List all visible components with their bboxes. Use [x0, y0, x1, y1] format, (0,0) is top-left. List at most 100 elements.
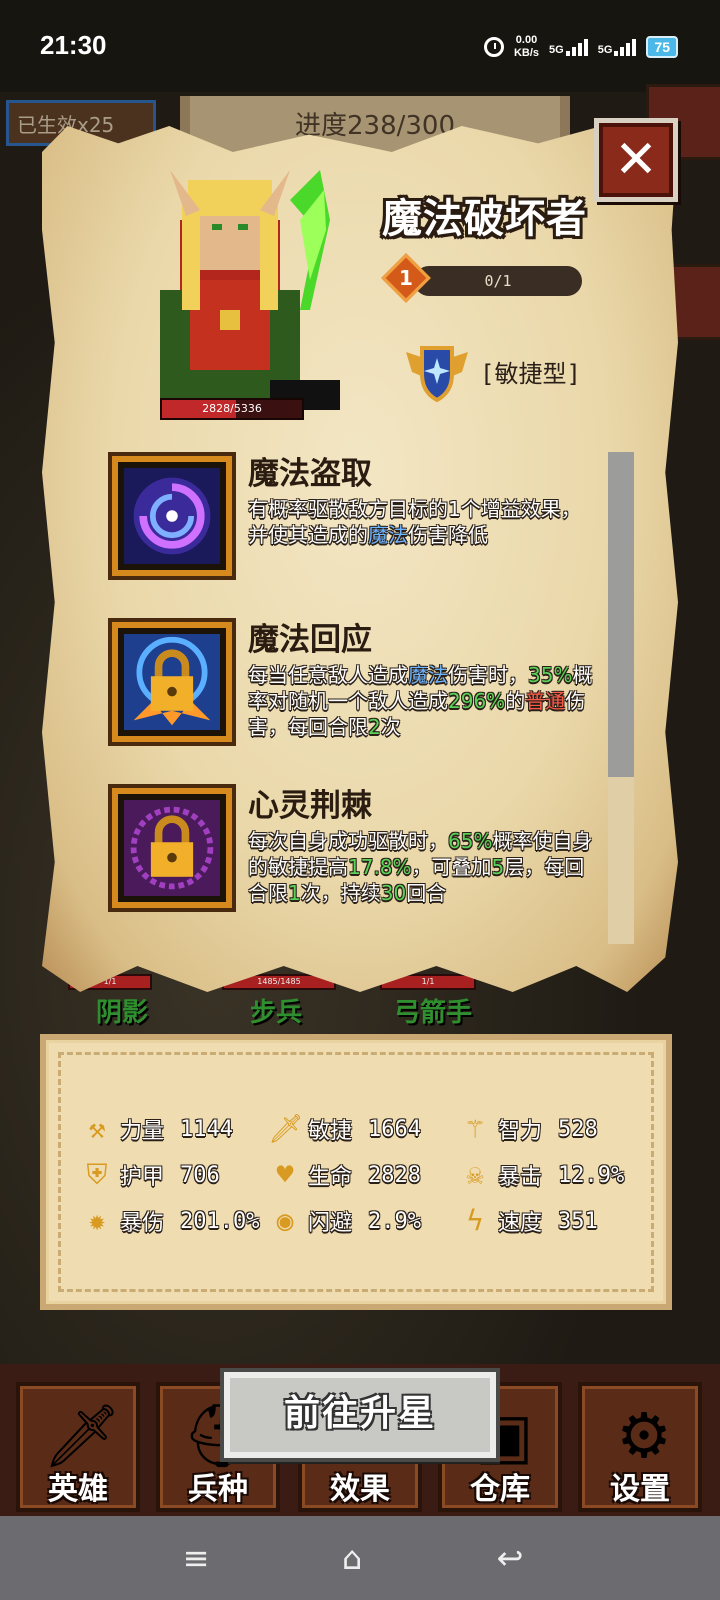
sword-icon: 🗡 [268, 1112, 304, 1145]
system-navigation-bar: ≡ ⌂ ↩ [0, 1516, 720, 1600]
clock: 21:30 [40, 30, 107, 60]
hero-portrait [160, 170, 340, 410]
skill-item: 魔法回应每当任意敌人造成魔法伤害时，35%概率对随机一个敌人造成296%的普通伤… [108, 614, 618, 780]
skill-desc-segment: ，可叠加 [411, 855, 492, 879]
skill-desc-segment: 的 [505, 689, 526, 713]
skill-desc-segment: 65% [448, 829, 493, 853]
nav-label: 兵种 [188, 1472, 248, 1507]
skill-desc-segment: 魔法 [408, 663, 448, 687]
stat-label: 暴击 [498, 1165, 543, 1190]
galaxy-icon [112, 456, 232, 576]
staff-icon: ⚚ [466, 1112, 484, 1145]
stat-label: 闪避 [308, 1211, 353, 1236]
home-icon[interactable]: ⌂ [322, 1536, 382, 1580]
stat-label: 生命 [308, 1165, 353, 1190]
skill-desc-segment: 1 [288, 881, 301, 905]
back-icon[interactable]: ↩ [480, 1536, 540, 1580]
hero-hp-bar: 2828/5336 [160, 398, 304, 420]
skill-desc-segment: 每次自身成功驱散时， [248, 829, 448, 853]
skull-icon: ☠ [466, 1158, 484, 1191]
heart-icon: ♥ [276, 1158, 294, 1191]
shield-icon: ⛨ [86, 1158, 108, 1191]
status-bar: 21:30 0.00 KB/s 5G 5G 75 [0, 0, 720, 92]
skill-desc-segment: 次 [380, 715, 401, 739]
stat-value: 1144 [180, 1116, 233, 1142]
lightning-icon: ϟ [466, 1204, 484, 1237]
go-upgrade-star-button[interactable]: 前往升星 [224, 1372, 496, 1458]
star-progress-bar: 0/1 [414, 266, 582, 296]
skill-description: 每次自身成功驱散时，65%概率使自身的敏捷提高17.8%，可叠加5层，每回合限1… [248, 828, 598, 906]
signal-bars-icon [565, 38, 588, 56]
skill-name: 魔法盗取 [248, 456, 372, 492]
status-icons: 0.00 KB/s 5G 5G 75 [483, 34, 678, 60]
skill-description: 每当任意敌人造成魔法伤害时，35%概率对随机一个敌人造成296%的普通伤害，每回… [248, 662, 598, 740]
skill-desc-segment: 普通 [525, 689, 566, 713]
scrollbar-thumb[interactable] [608, 452, 634, 777]
stat-value: 1664 [368, 1116, 421, 1142]
stat-value: 201.0% [180, 1208, 260, 1234]
unit-name: 弓箭手 [394, 998, 473, 1028]
unit-name: 阴影 [96, 998, 149, 1028]
skill-desc-segment: 17.8% [348, 855, 412, 879]
hero-type: [敏捷型] [404, 338, 581, 404]
axe-icon: ⚒ [88, 1112, 106, 1145]
burst-icon: ✹ [88, 1204, 106, 1237]
skill-desc-segment: 魔法 [368, 523, 408, 547]
star-progress: 0/1 1 [381, 253, 584, 303]
skill-desc-segment: 2 [368, 715, 381, 739]
skill-desc-segment: 伤害时， [448, 663, 528, 687]
nav-label: 仓库 [470, 1472, 530, 1507]
stat-label: 敏捷 [308, 1119, 353, 1144]
stat-label: 速度 [498, 1211, 543, 1236]
lock-burst-icon [112, 622, 232, 742]
stat-staff: ⚚ 智力 528 [458, 1112, 598, 1146]
stat-heart: ♥ 生命 2828 [268, 1158, 421, 1192]
stat-label: 护甲 [120, 1165, 165, 1190]
close-button[interactable]: ✕ [594, 118, 678, 202]
stat-burst: ✹ 暴伤 201.0% [80, 1204, 260, 1238]
stat-value: 2.9% [368, 1208, 421, 1234]
network-speed: 0.00 KB/s [513, 34, 540, 59]
skill-desc-segment: 5 [491, 855, 505, 879]
lock-thorn-icon [112, 788, 232, 908]
stat-value: 351 [558, 1208, 598, 1234]
stat-skull: ☠ 暴击 12.9% [458, 1158, 625, 1192]
stat-shield: ⛨ 护甲 706 [80, 1158, 220, 1192]
skill-item: 心灵荆棘每次自身成功驱散时，65%概率使自身的敏捷提高17.8%，可叠加5层，每… [108, 780, 618, 944]
stat-label: 暴伤 [120, 1211, 165, 1236]
star-level: 1 [399, 266, 413, 290]
nav-tab-gear[interactable]: ⚙ 设置 [578, 1382, 702, 1512]
stats-panel: ⚒ 力量 1144 🗡 敏捷 1664 ⚚ 智力 528 ⛨ 护甲 706 ♥ 生命 2828 ☠ 暴击 12.9… [40, 1034, 672, 1310]
stat-label: 智力 [498, 1119, 543, 1144]
signal-2: 5G [598, 38, 637, 56]
skill-name: 魔法回应 [248, 622, 372, 658]
skill-name: 心灵荆棘 [248, 788, 372, 824]
skill-desc-segment: 伤害降低 [408, 523, 488, 547]
battery-indicator: 75 [646, 36, 678, 58]
stat-value: 12.9% [558, 1162, 625, 1188]
skill-description: 有概率驱散敌方目标的1个增益效果，并使其造成的魔法伤害降低 [248, 496, 598, 548]
close-icon: ✕ [614, 130, 658, 190]
stat-value: 528 [558, 1116, 598, 1142]
stat-axe: ⚒ 力量 1144 [80, 1112, 233, 1146]
alarm-icon [483, 37, 504, 57]
menu-icon[interactable]: ≡ [166, 1536, 226, 1580]
nav-label: 设置 [610, 1472, 670, 1507]
skill-desc-segment: 次，持续 [300, 881, 381, 905]
skill-desc-segment: 每当任意敌人造成 [248, 663, 408, 687]
hero-name: 魔法破坏者 [382, 196, 587, 242]
stat-sword: 🗡 敏捷 1664 [268, 1112, 421, 1146]
winged-shield-icon [406, 346, 468, 403]
skill-item: 魔法盗取有概率驱散敌方目标的1个增益效果，并使其造成的魔法伤害降低 [108, 448, 618, 614]
nav-label: 效果 [330, 1472, 390, 1507]
stat-eye: ◉ 闪避 2.9% [268, 1204, 421, 1238]
signal-1: 5G [549, 38, 588, 56]
stat-value: 2828 [368, 1162, 421, 1188]
skills-list[interactable]: 魔法盗取有概率驱散敌方目标的1个增益效果，并使其造成的魔法伤害降低魔法回应每当任… [108, 448, 618, 944]
nav-tab-sword[interactable]: 🗡 英雄 [16, 1382, 140, 1512]
skill-desc-segment: 35% [528, 663, 573, 687]
unit-name: 步兵 [250, 998, 303, 1028]
skill-desc-segment: 回合 [406, 881, 447, 905]
stat-value: 706 [180, 1162, 220, 1188]
stat-label: 力量 [120, 1119, 165, 1144]
